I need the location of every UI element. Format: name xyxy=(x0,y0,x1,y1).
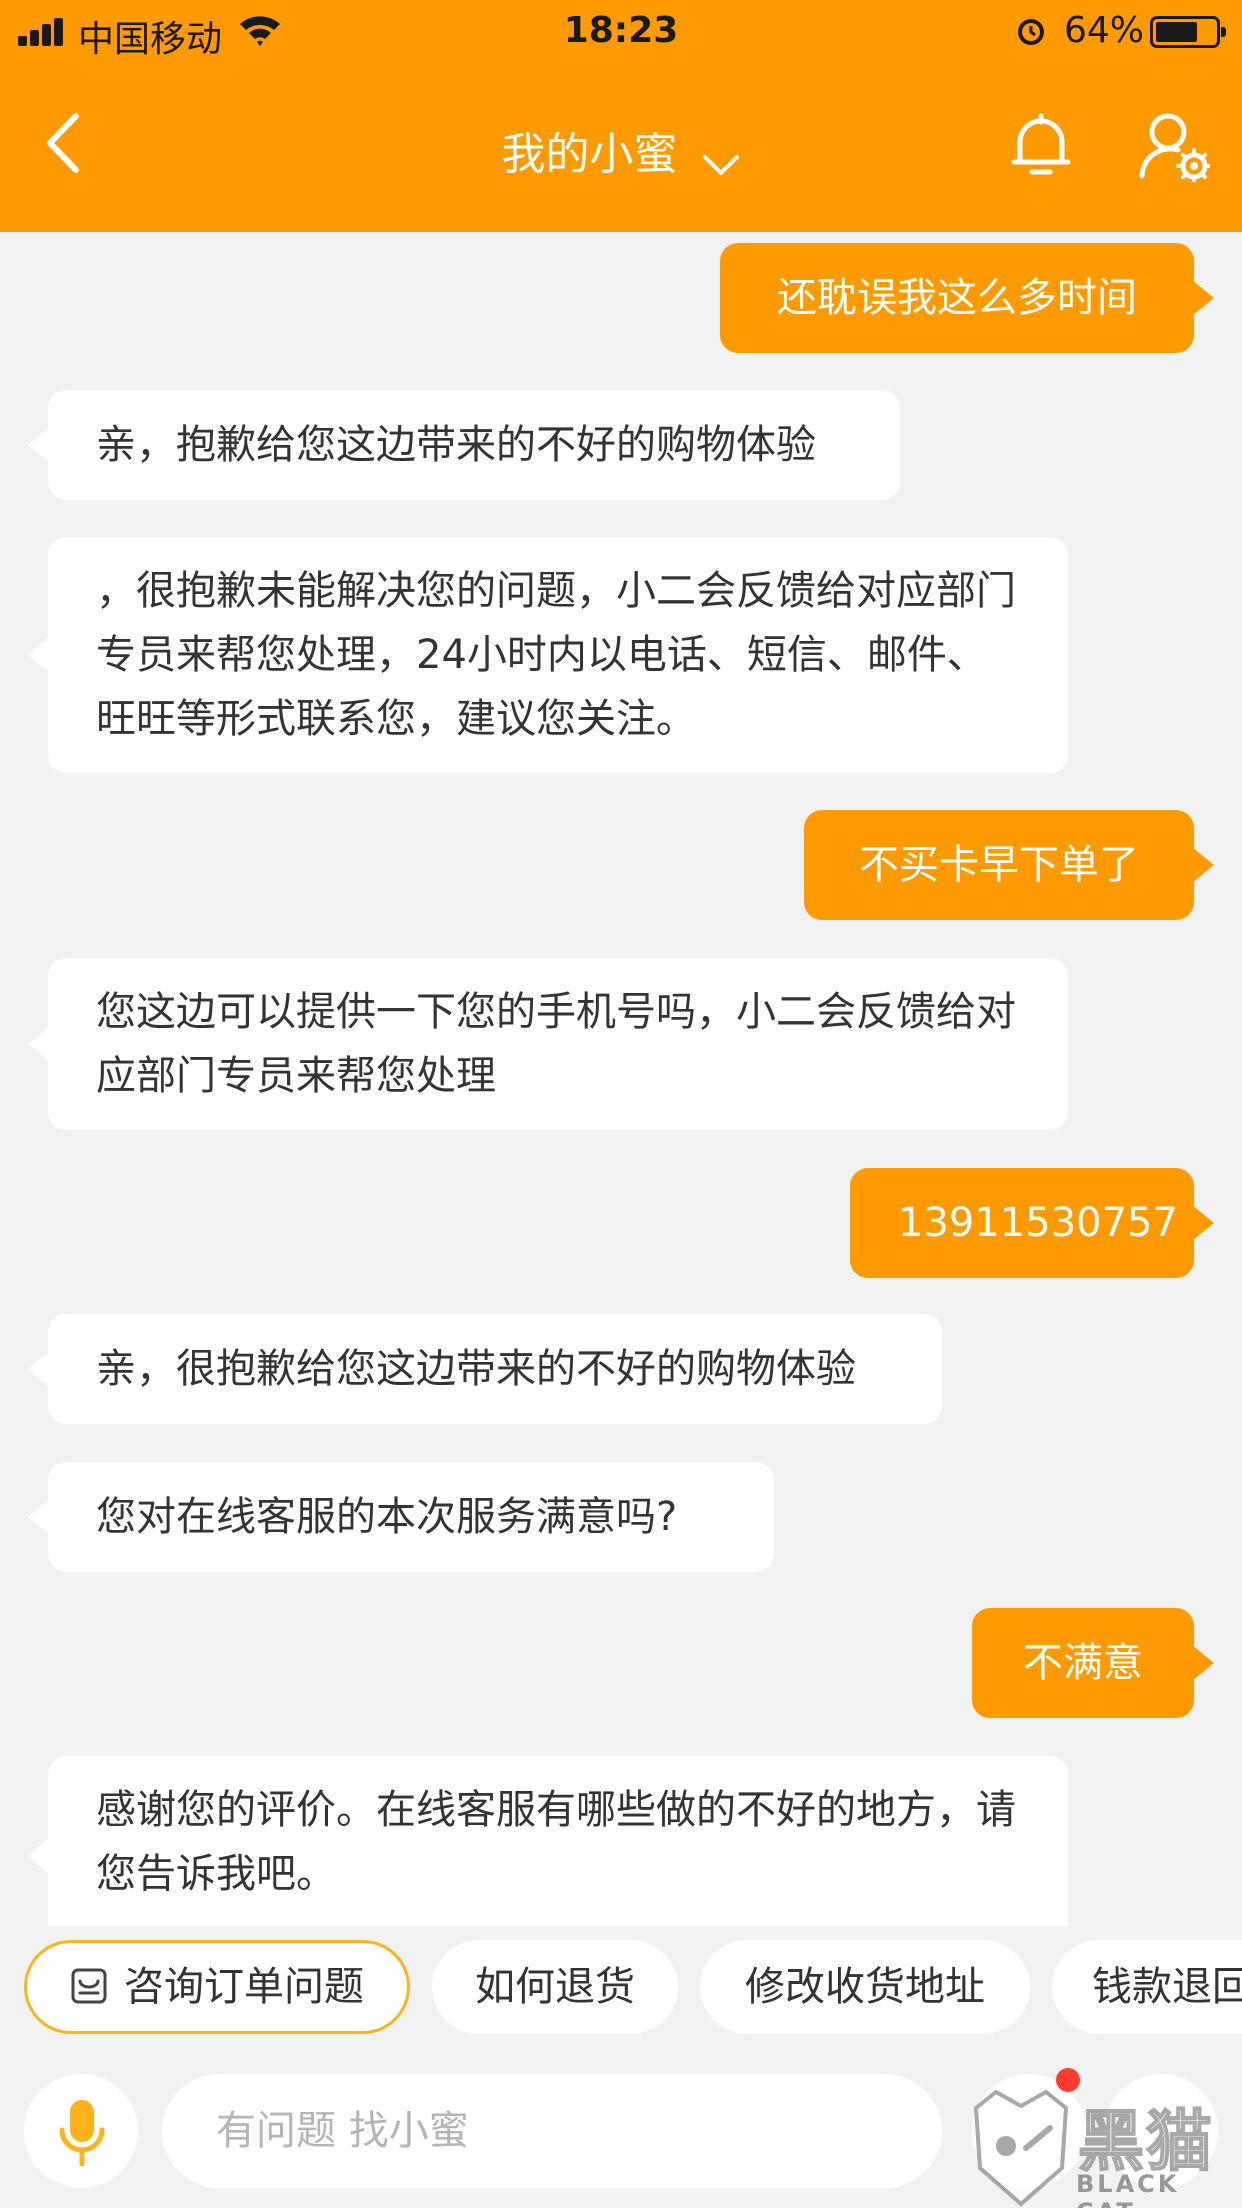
message-bubble-received: 亲，抱歉给您这边带来的不好的购物体验 xyxy=(28,390,900,500)
quick-reply-refund[interactable]: 钱款退回 xyxy=(1052,1940,1242,2034)
message-bubble-sent: 不买卡早下单了 xyxy=(804,810,1214,920)
quick-reply-change-address[interactable]: 修改收货地址 xyxy=(700,1940,1030,2034)
quick-replies-bar[interactable]: 咨询订单问题 如何退货 修改收货地址 钱款退回 xyxy=(0,1926,1242,2054)
status-bar: 中国移动 18:23 64% xyxy=(0,0,1242,62)
message-bubble-received: 感谢您的评价。在线客服有哪些做的不好的地方，请您告诉我吧。 xyxy=(28,1756,1068,1926)
microphone-icon xyxy=(59,2100,105,2167)
page-title: 我的小蜜 xyxy=(501,129,678,180)
message-bubble-sent: 13911530757 xyxy=(850,1168,1214,1278)
order-icon xyxy=(71,1968,107,2004)
chevron-down-icon xyxy=(702,154,739,175)
watermark-subtext: BLACK CAT xyxy=(1076,2170,1180,2208)
message-bubble-received: 您这边可以提供一下您的手机号吗，小二会反馈给对应部门专员来帮您处理 xyxy=(28,958,1068,1130)
alarm-icon xyxy=(1018,19,1044,45)
quick-reply-label: 钱款退回 xyxy=(1092,1964,1242,2010)
message-bubble-sent: 不满意 xyxy=(972,1608,1214,1718)
quick-reply-return[interactable]: 如何退货 xyxy=(432,1940,678,2034)
message-bubble-received: ，很抱歉未能解决您的问题，小二会反馈给对应部门专员来帮您处理，24小时内以电话、… xyxy=(28,537,1068,773)
battery-icon xyxy=(1150,16,1226,48)
bell-icon[interactable] xyxy=(1010,112,1072,178)
message-bubble-sent: 还耽误我这么多时间 xyxy=(720,243,1214,353)
message-input[interactable] xyxy=(162,2074,942,2188)
quick-reply-label: 如何退货 xyxy=(475,1964,635,2010)
watermark-logo: 黑猫 BLACK CAT xyxy=(966,2088,1242,2208)
cat-logo-icon xyxy=(973,2089,1069,2207)
quick-reply-label: 咨询订单问题 xyxy=(124,1964,364,2010)
message-bubble-received: 您对在线客服的本次服务满意吗? xyxy=(28,1462,774,1572)
quick-reply-order-issue[interactable]: 咨询订单问题 xyxy=(24,1940,410,2034)
chat-area[interactable]: 还耽误我这么多时间 亲，抱歉给您这边带来的不好的购物体验 ，很抱歉未能解决您的问… xyxy=(0,232,1242,1926)
quick-reply-label: 修改收货地址 xyxy=(745,1964,985,2010)
battery-percent: 64% xyxy=(1064,10,1145,51)
voice-input-button[interactable] xyxy=(24,2074,138,2188)
status-time: 18:23 xyxy=(563,10,679,51)
user-settings-icon[interactable] xyxy=(1138,110,1210,182)
app-header: 中国移动 18:23 64% 我的小蜜 xyxy=(0,0,1242,232)
message-bubble-received: 亲，很抱歉给您这边带来的不好的购物体验 xyxy=(28,1314,942,1424)
